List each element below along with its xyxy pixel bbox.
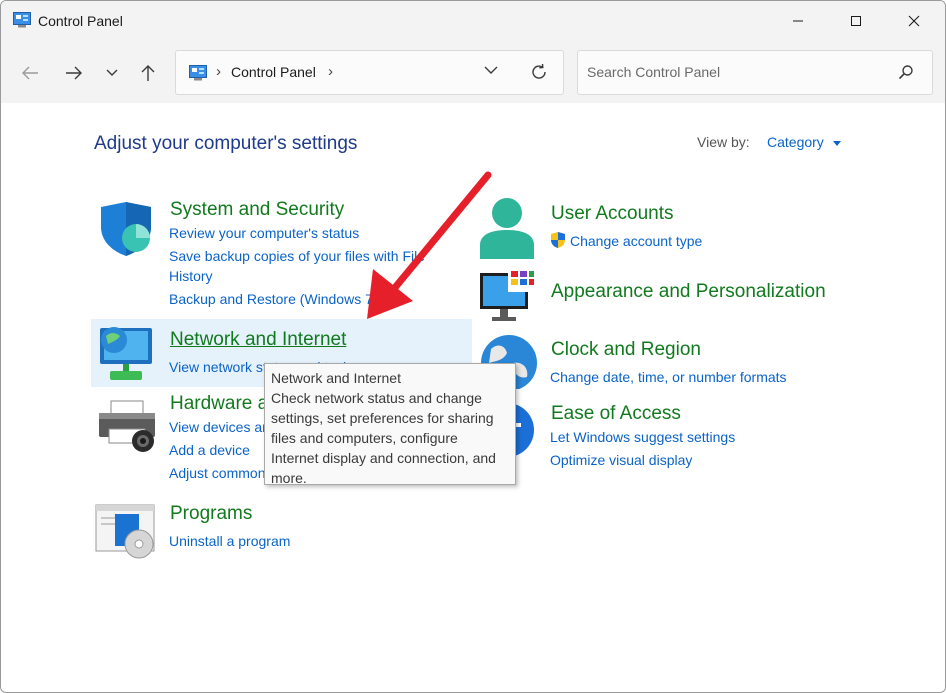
control-panel-icon	[13, 12, 31, 28]
change-date-time-link[interactable]: Change date, time, or number formats	[550, 369, 787, 385]
chevron-down-icon[interactable]	[484, 65, 498, 75]
windows-suggest-settings-link[interactable]: Let Windows suggest settings	[550, 429, 735, 445]
maximize-button[interactable]	[833, 1, 879, 41]
ease-of-access-title[interactable]: Ease of Access	[551, 403, 681, 425]
view-by-label: View by:	[697, 134, 750, 150]
shield-icon	[101, 202, 151, 256]
search-icon[interactable]	[898, 64, 914, 80]
user-icon	[480, 198, 534, 259]
review-status-link[interactable]: Review your computer's status	[169, 225, 359, 241]
uac-shield-icon	[551, 232, 565, 248]
system-security-title[interactable]: System and Security	[170, 199, 344, 221]
tooltip-line: files and computers, configure	[271, 430, 458, 446]
back-arrow-icon	[22, 66, 38, 80]
title-bar: Control Panel	[1, 1, 945, 41]
minimize-icon	[793, 20, 803, 22]
tooltip-line: Check network status and change	[271, 390, 482, 406]
network-tooltip: Network and Internet Check network statu…	[264, 363, 516, 486]
control-panel-window: Control Panel › Control Panel › Search C…	[0, 0, 946, 693]
navigation-bar: › Control Panel › Search Control Panel	[1, 41, 945, 103]
backup-restore-link[interactable]: Backup and Restore (Windows 7)	[169, 291, 378, 307]
view-by-dropdown[interactable]: Category	[767, 134, 824, 150]
window-title: Control Panel	[38, 13, 123, 29]
printer-icon	[99, 400, 155, 452]
recent-locations-button[interactable]	[101, 63, 123, 83]
recent-chevron-icon	[106, 69, 118, 76]
minimize-button[interactable]	[775, 1, 821, 41]
network-internet-title[interactable]: Network and Internet	[170, 329, 346, 351]
search-input[interactable]: Search Control Panel	[587, 64, 720, 80]
save-backup-link[interactable]: Save backup copies of your files with Fi…	[169, 248, 425, 264]
save-backup-link-continued[interactable]: History	[169, 268, 213, 284]
close-button[interactable]	[891, 1, 937, 41]
monitor-icon	[480, 268, 536, 321]
clock-region-title[interactable]: Clock and Region	[551, 339, 701, 361]
dropdown-arrow-icon[interactable]	[833, 141, 841, 146]
tooltip-line: more.	[271, 470, 307, 486]
control-panel-icon	[189, 65, 207, 81]
appearance-title[interactable]: Appearance and Personalization	[551, 281, 826, 303]
user-accounts-title[interactable]: User Accounts	[551, 203, 674, 225]
tooltip-title: Network and Internet	[271, 370, 401, 386]
breadcrumb-separator[interactable]: ›	[216, 63, 221, 80]
up-button[interactable]	[137, 63, 159, 83]
search-box[interactable]: Search Control Panel	[577, 50, 933, 95]
network-globe-icon	[100, 327, 152, 380]
maximize-icon	[851, 16, 861, 26]
refresh-icon[interactable]	[530, 63, 548, 81]
tooltip-line: Internet display and connection, and	[271, 450, 496, 466]
add-device-link[interactable]: Add a device	[169, 442, 250, 458]
breadcrumb-separator[interactable]: ›	[328, 63, 333, 80]
back-button[interactable]	[19, 63, 41, 83]
page-title: Adjust your computer's settings	[94, 133, 358, 154]
address-bar[interactable]: › Control Panel ›	[175, 50, 564, 95]
tooltip-line: settings, set preferences for sharing	[271, 410, 494, 426]
change-account-type-link[interactable]: Change account type	[570, 233, 702, 249]
close-icon	[908, 15, 920, 27]
forward-arrow-icon	[66, 66, 82, 80]
forward-button[interactable]	[63, 63, 85, 83]
up-arrow-icon	[141, 65, 155, 81]
uninstall-program-link[interactable]: Uninstall a program	[169, 533, 290, 549]
breadcrumb[interactable]: Control Panel	[231, 64, 316, 80]
programs-title[interactable]: Programs	[170, 503, 252, 525]
programs-icon	[95, 504, 155, 559]
optimize-visual-display-link[interactable]: Optimize visual display	[550, 452, 692, 468]
